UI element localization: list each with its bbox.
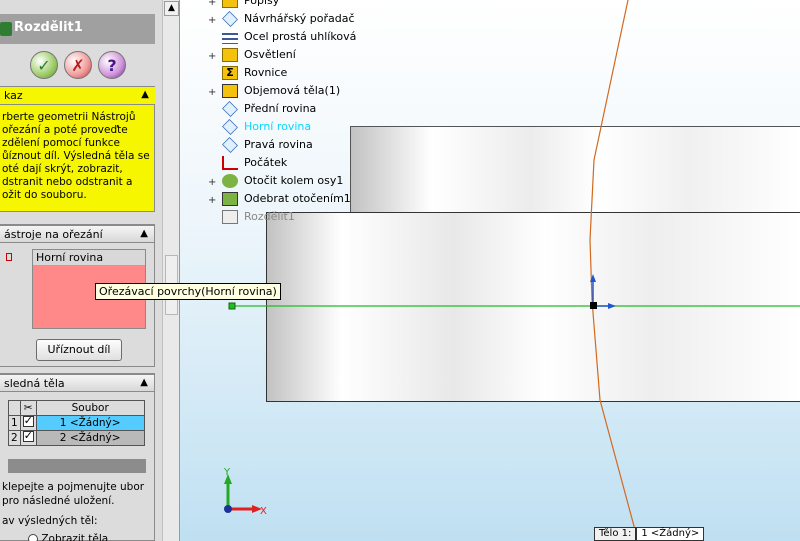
table-footer — [8, 459, 146, 473]
origin-marker[interactable] — [590, 302, 597, 309]
message-panel: kaz ▲ rberte geometrii Nástrojů ořezání … — [0, 86, 155, 212]
expand-icon[interactable]: + — [208, 0, 217, 8]
message-header[interactable]: kaz ▲ — [0, 87, 155, 105]
lighting-folder-icon — [222, 48, 238, 62]
column-header-file: Soubor — [35, 400, 145, 416]
equations-icon: Σ — [222, 66, 238, 80]
body-status: Tělo 1: 1 <Žádný> — [594, 527, 705, 541]
expand-icon[interactable]: + — [208, 87, 217, 98]
table-row[interactable]: 2 2 <Žádný> — [8, 429, 145, 446]
row-checkbox[interactable] — [22, 414, 34, 427]
tree-item-label: Návrhářský pořadač — [244, 12, 355, 25]
body-status-value[interactable]: 1 <Žádný> — [636, 527, 705, 541]
trim-tool-icon — [6, 253, 12, 261]
body-status-label: Tělo 1: — [594, 527, 637, 541]
model-overlay: Y X — [223, 0, 800, 541]
trim-tools-header[interactable]: ástroje na ořezání ▲ — [0, 225, 155, 243]
display-label: av výsledných těl: — [2, 515, 98, 527]
triad-origin — [224, 505, 232, 513]
tree-item-label: Rozdělit1 — [244, 210, 295, 223]
split-icon — [222, 210, 238, 224]
expand-icon[interactable]: + — [208, 15, 217, 26]
result-bodies-header[interactable]: sledná těla ▲ — [0, 374, 155, 392]
split-feature-icon — [0, 22, 12, 36]
cut-part-button[interactable]: Uříznout díl — [36, 339, 122, 361]
tree-item-label: Počátek — [244, 156, 288, 169]
tree-item-label: Horní rovina — [244, 120, 312, 133]
radio-icon[interactable] — [28, 534, 38, 541]
collapse-icon[interactable]: ▲ — [141, 89, 149, 100]
tree-item-label: Rovnice — [244, 66, 288, 79]
material-icon — [222, 30, 238, 44]
graphics-area[interactable]: Y X + Popisy + Návrhářský pořadač Ocel prost… — [180, 0, 800, 541]
row-checkbox[interactable] — [22, 429, 34, 442]
expand-icon[interactable]: + — [208, 51, 217, 62]
help-button[interactable]: ? — [98, 51, 126, 79]
ok-button[interactable]: ✓ — [30, 51, 58, 79]
expand-icon[interactable]: + — [208, 195, 217, 206]
property-manager-title: Rozdělit1 — [0, 14, 155, 44]
show-bodies-radio[interactable]: Zobrazit těla — [28, 533, 108, 541]
tree-item-label: Pravá rovina — [244, 138, 313, 151]
solid-bodies-icon — [222, 84, 238, 98]
triad-y-label: Y — [223, 467, 231, 478]
message-text: rberte geometrii Nástrojů ořezání a poté… — [2, 111, 150, 201]
cut-revolve-icon — [222, 192, 238, 206]
row-file-value[interactable]: 2 <Žádný> — [35, 430, 145, 446]
scroll-up-icon[interactable]: ▲ — [164, 1, 179, 16]
split-curve — [589, 0, 639, 541]
tree-item-label: Odebrat otočením1 — [244, 192, 351, 205]
property-manager: Rozdělit1 ✓ ✗ ? kaz ▲ rberte geometrii N… — [0, 0, 180, 541]
action-buttons: ✓ ✗ ? — [30, 51, 126, 79]
tree-item-label: Osvětlení — [244, 48, 296, 61]
result-bodies-table: ✂ Soubor 1 1 <Žádný> 2 2 <Žádný> — [8, 400, 145, 446]
property-manager-scrollbar[interactable]: ▲ — [162, 0, 179, 541]
collapse-icon[interactable]: ▲ — [140, 228, 148, 239]
tree-item-label: Ocel prostá uhlíková — [244, 30, 357, 43]
trim-tool-item[interactable]: Horní rovina — [33, 250, 145, 266]
tree-item-label: Otočit kolem osy1 — [244, 174, 344, 187]
collapse-icon[interactable]: ▲ — [140, 377, 148, 388]
tree-item-label: Popisy — [244, 0, 280, 7]
plane-handle[interactable] — [228, 302, 236, 310]
tree-item-label: Objemová těla(1) — [244, 84, 341, 97]
property-manager-content: Rozdělit1 ✓ ✗ ? kaz ▲ rberte geometrii N… — [0, 0, 162, 541]
expand-icon[interactable]: + — [208, 177, 217, 188]
origin-x-arrowhead — [608, 303, 616, 309]
result-note: klepejte a pojmenujte ubor pro následné … — [2, 481, 145, 507]
cancel-button[interactable]: ✗ — [64, 51, 92, 79]
origin-icon — [222, 156, 238, 170]
triad-x-label: X — [260, 506, 267, 517]
annotations-icon — [222, 0, 238, 8]
trim-surface-tooltip: Ořezávací povrchy(Horní rovina) — [95, 283, 281, 300]
revolve-icon — [222, 174, 238, 188]
row-file-value[interactable]: 1 <Žádný> — [35, 415, 145, 431]
result-bodies-panel: sledná těla ▲ ✂ Soubor 1 1 <Žádný> 2 2 < — [0, 373, 155, 541]
tree-item-label: Přední rovina — [244, 102, 317, 115]
